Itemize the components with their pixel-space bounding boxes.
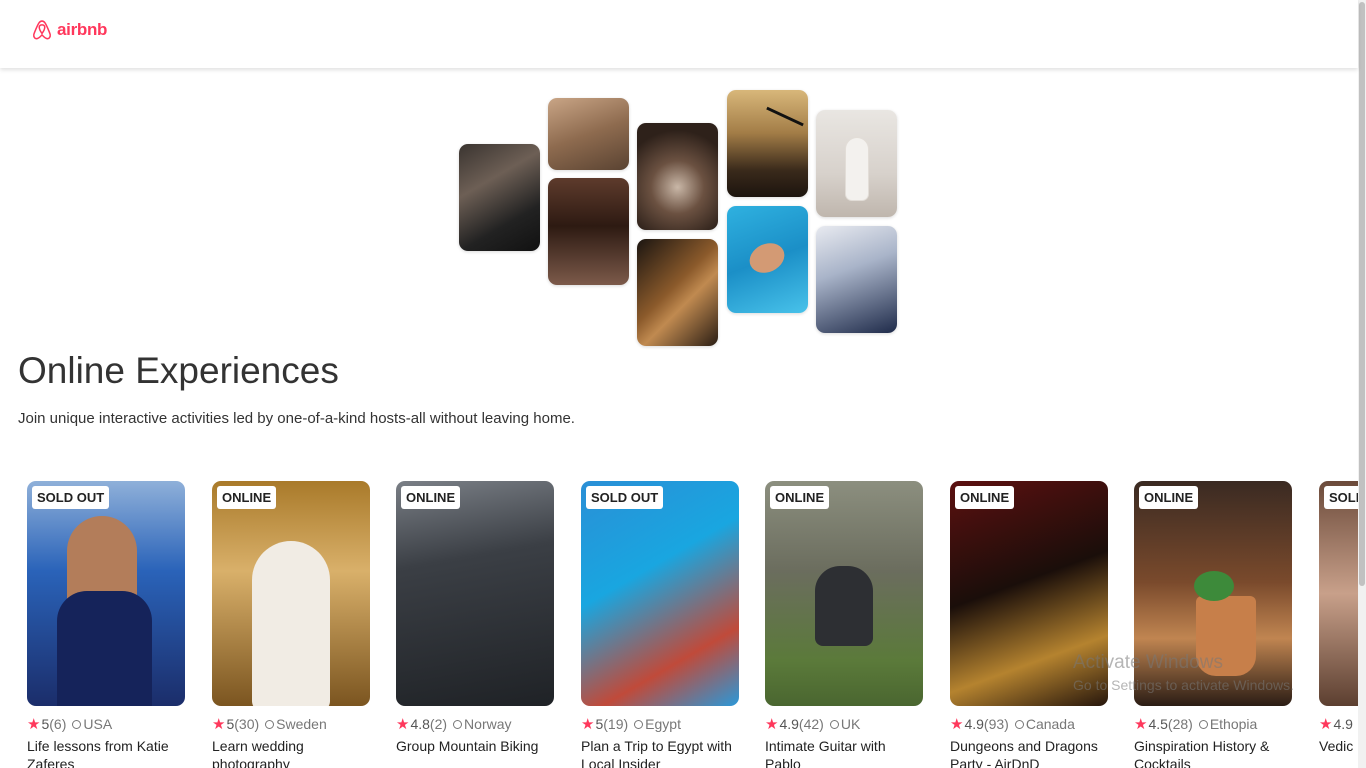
card-location: Egypt [645,716,681,732]
status-badge: ONLINE [217,486,277,509]
star-icon: ★ [27,716,41,733]
experience-card[interactable]: ONLINE ★ 4.9 (93) Canada Dungeons and Dr… [950,481,1108,768]
hero-photo-yoga [816,110,897,217]
card-review-count: (28) [1167,716,1193,732]
hero-photo-dancer [548,178,629,285]
card-location: Ethopia [1209,716,1258,732]
location-dot-icon [634,719,644,729]
card-location: Norway [464,716,512,732]
location-dot-icon [72,719,82,729]
star-icon: ★ [212,716,226,733]
card-title[interactable]: Plan a Trip to Egypt with Local Insider [581,737,739,768]
location-dot-icon [1198,719,1208,729]
star-icon: ★ [950,716,964,733]
card-stats: ★ 4.5 (28) Ethopia [1134,715,1292,733]
card-review-count: (30) [234,716,260,732]
card-stats: ★ 4.9 (42) UK [765,715,923,733]
card-stats: ★ 5 (19) Egypt [581,715,739,733]
experience-card-list: SOLD OUT ★ 5 (6) USA Life lessons from K… [0,481,1358,768]
card-title[interactable]: Dungeons and Dragons Party - AirDnD [950,737,1108,768]
card-photo[interactable]: SOLD OUT [1319,481,1358,706]
card-title[interactable]: Ginspiration History & Cocktails [1134,737,1292,768]
card-rating: 4.9 [964,716,984,732]
experience-card[interactable]: ONLINE ★ 4.9 (42) UK Intimate Guitar wit… [765,481,923,768]
card-photo[interactable]: ONLINE [396,481,554,706]
card-rating: 4.5 [1148,716,1168,732]
status-badge: SOLD OUT [32,486,110,509]
experience-card[interactable]: ONLINE ★ 4.5 (28) Ethopia Ginspiration H… [1134,481,1292,768]
page-subtitle: Join unique interactive activities led b… [18,410,575,427]
card-rating: 5 [226,716,235,732]
status-badge: SOLD OUT [1324,486,1358,509]
page-title: Online Experiences [18,350,339,391]
location-dot-icon [829,719,839,729]
card-photo[interactable]: ONLINE [765,481,923,706]
card-title[interactable]: Vedic Reading [1319,737,1358,755]
card-rating: 4.9 [1333,716,1353,732]
card-stats: ★ 4.9 [1319,715,1358,733]
location-dot-icon [453,719,463,729]
hero-photo-singer [816,226,897,333]
card-review-count: (19) [603,716,629,732]
hero-photo-cooking [459,144,540,251]
card-stats: ★ 5 (6) USA [27,715,185,733]
logo-text: airbnb [57,20,108,39]
card-rating: 4.9 [779,716,799,732]
card-review-count: (93) [983,716,1009,732]
card-location: Sweden [276,716,327,732]
location-dot-icon [1014,719,1024,729]
card-location: USA [83,716,113,732]
scrollbar-thumb[interactable] [1359,2,1365,586]
card-rating: 5 [595,716,604,732]
airbnb-logo-icon [32,20,52,40]
location-dot-icon [265,719,275,729]
experience-card[interactable]: SOLD OUT ★ 5 (6) USA Life lessons from K… [27,481,185,768]
star-icon: ★ [581,716,595,733]
star-icon: ★ [396,716,410,733]
card-review-count: (2) [429,716,448,732]
card-title[interactable]: Group Mountain Biking [396,737,554,755]
experience-card[interactable]: SOLD OUT ★ 4.9 Vedic Reading [1319,481,1358,755]
hero-photo-woman-smiling [548,98,629,170]
card-title[interactable]: Learn wedding photography [212,737,370,768]
card-photo[interactable]: SOLD OUT [27,481,185,706]
star-icon: ★ [1319,716,1333,733]
star-icon: ★ [1134,716,1148,733]
status-badge: SOLD OUT [586,486,664,509]
card-location: UK [840,716,861,732]
card-rating: 4.8 [410,716,430,732]
watermark-subtitle: Go to Settings to activate Windows. [1073,677,1294,693]
status-badge: ONLINE [401,486,461,509]
card-stats: ★ 4.8 (2) Norway [396,715,554,733]
card-location: Canada [1025,716,1075,732]
card-photo[interactable]: ONLINE [212,481,370,706]
experience-card[interactable]: SOLD OUT ★ 5 (19) Egypt Plan a Trip to E… [581,481,739,768]
card-title[interactable]: Intimate Guitar with Pablo [765,737,923,768]
status-badge: ONLINE [1139,486,1199,509]
card-rating: 5 [41,716,50,732]
experience-card[interactable]: ONLINE ★ 4.8 (2) Norway Group Mountain B… [396,481,554,755]
card-review-count: (6) [49,716,67,732]
card-review-count: (42) [798,716,824,732]
experience-card[interactable]: ONLINE ★ 5 (30) Sweden Learn wedding pho… [212,481,370,768]
airbnb-logo[interactable]: airbnb [31,18,107,42]
watermark-title: Activate Windows [1073,652,1223,673]
card-stats: ★ 4.9 (93) Canada [950,715,1108,733]
card-title[interactable]: Life lessons from Katie Zaferes [27,737,185,768]
hero-photo-guitar [637,239,718,346]
card-stats: ★ 5 (30) Sweden [212,715,370,733]
hero-photo-microphone [727,90,808,197]
star-icon: ★ [765,716,779,733]
card-photo[interactable]: SOLD OUT [581,481,739,706]
top-header: airbnb [0,0,1358,68]
hero-photo-food-bowl [637,123,718,230]
hero-photo-swimmer [727,206,808,313]
windows-activation-watermark: Activate Windows Go to Settings to activ… [1073,652,1294,693]
status-badge: ONLINE [770,486,830,509]
status-badge: ONLINE [955,486,1015,509]
